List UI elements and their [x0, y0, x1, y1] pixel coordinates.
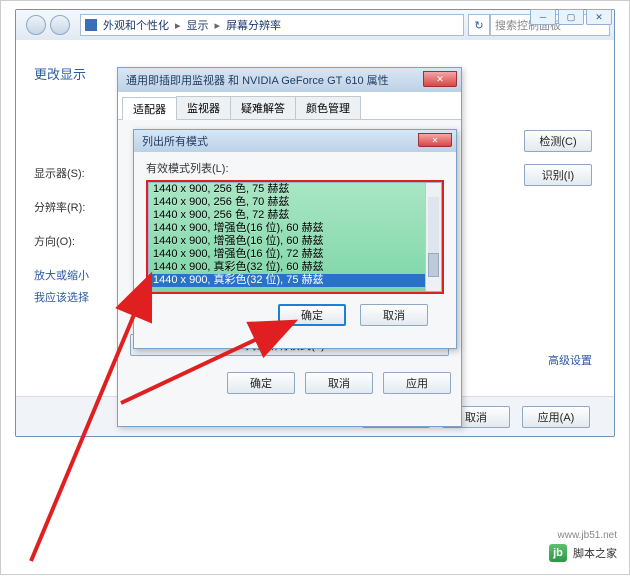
- titlebar: 外观和个性化▸ 显示▸ 屏幕分辨率 ↻ 搜索控制面板: [16, 10, 614, 40]
- main-apply-button[interactable]: 应用(A): [522, 406, 590, 428]
- advanced-settings-link[interactable]: 高级设置: [548, 352, 592, 368]
- identify-button[interactable]: 识别(I): [524, 164, 592, 186]
- breadcrumb[interactable]: 外观和个性化▸ 显示▸ 屏幕分辨率: [80, 14, 464, 36]
- detect-button[interactable]: 检测(C): [524, 130, 592, 152]
- modes-footer: 确定 取消: [146, 294, 444, 328]
- mode-option[interactable]: 1440 x 900, 真彩色(32 位), 60 赫兹: [149, 261, 441, 274]
- mode-option[interactable]: 1440 x 900, 256 色, 75 赫兹: [149, 183, 441, 196]
- orientation-label: 方向(O):: [34, 233, 98, 249]
- mode-option[interactable]: 1440 x 900, 256 色, 72 赫兹: [149, 209, 441, 222]
- watermark: www.jb51.net jb 脚本之家: [549, 544, 617, 562]
- window-controls: ─ ▢ ✕: [530, 9, 612, 25]
- mode-option[interactable]: 1440 x 900, 增强色(16 位), 72 赫兹: [149, 248, 441, 261]
- minimize-button[interactable]: ─: [530, 9, 556, 25]
- modes-ok-button[interactable]: 确定: [278, 304, 346, 326]
- modes-list-label: 有效模式列表(L):: [146, 160, 444, 176]
- props-ok-button[interactable]: 确定: [227, 372, 295, 394]
- props-footer: 确定 取消 应用: [118, 366, 461, 400]
- refresh-button[interactable]: ↻: [468, 14, 490, 36]
- forward-button[interactable]: [50, 15, 70, 35]
- modes-close-button[interactable]: ✕: [418, 133, 452, 147]
- watermark-logo: jb: [549, 544, 567, 562]
- back-button[interactable]: [26, 15, 46, 35]
- props-title-text: 通用即插即用监视器 和 NVIDIA GeForce GT 610 属性: [126, 72, 389, 88]
- crumb-0[interactable]: 外观和个性化: [103, 17, 169, 33]
- modes-listbox[interactable]: 1440 x 900, 256 色, 75 赫兹1440 x 900, 256 …: [148, 182, 442, 292]
- modes-cancel-button[interactable]: 取消: [360, 304, 428, 326]
- control-panel-icon: [85, 19, 97, 31]
- tab-monitor[interactable]: 监视器: [176, 96, 231, 119]
- nav-buttons: [20, 15, 76, 35]
- close-button[interactable]: ✕: [586, 9, 612, 25]
- scrollbar-thumb[interactable]: [428, 253, 439, 277]
- props-tabs: 适配器 监视器 疑难解答 颜色管理: [118, 92, 461, 120]
- crumb-1[interactable]: 显示: [187, 17, 209, 33]
- mode-option[interactable]: 1440 x 900, 增强色(16 位), 60 赫兹: [149, 235, 441, 248]
- tab-color-mgmt[interactable]: 颜色管理: [295, 96, 361, 119]
- watermark-text: 脚本之家: [573, 545, 617, 561]
- mode-option[interactable]: 1440 x 900, 256 色, 70 赫兹: [149, 196, 441, 209]
- watermark-url: www.jb51.net: [558, 530, 617, 541]
- maximize-button[interactable]: ▢: [558, 9, 584, 25]
- tab-adapter[interactable]: 适配器: [122, 97, 177, 120]
- modes-body: 有效模式列表(L): 1440 x 900, 256 色, 75 赫兹1440 …: [134, 152, 456, 336]
- mode-option[interactable]: 1440 x 900, 真彩色(32 位), 75 赫兹: [149, 274, 441, 287]
- resolution-label: 分辨率(R):: [34, 199, 98, 215]
- mode-option[interactable]: 1440 x 900, 增强色(16 位), 60 赫兹: [149, 222, 441, 235]
- monitor-label: 显示器(S):: [34, 165, 98, 181]
- annotation-highlight-box: 1440 x 900, 256 色, 75 赫兹1440 x 900, 256 …: [146, 180, 444, 294]
- crumb-2[interactable]: 屏幕分辨率: [226, 17, 281, 33]
- props-apply-button[interactable]: 应用: [383, 372, 451, 394]
- props-titlebar[interactable]: 通用即插即用监视器 和 NVIDIA GeForce GT 610 属性 ✕: [118, 68, 461, 92]
- modes-titlebar[interactable]: 列出所有模式 ✕: [134, 130, 456, 152]
- modes-title-text: 列出所有模式: [142, 133, 208, 149]
- list-all-modes-dialog: 列出所有模式 ✕ 有效模式列表(L): 1440 x 900, 256 色, 7…: [133, 129, 457, 349]
- props-cancel-button[interactable]: 取消: [305, 372, 373, 394]
- props-close-button[interactable]: ✕: [423, 71, 457, 87]
- tab-troubleshoot[interactable]: 疑难解答: [230, 96, 296, 119]
- scrollbar[interactable]: [425, 183, 441, 291]
